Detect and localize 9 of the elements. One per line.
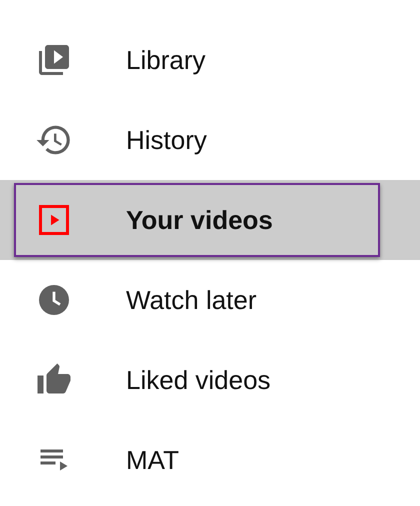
play-icon xyxy=(36,202,72,238)
menu-item[interactable]: Watch later xyxy=(14,263,380,337)
menu-item[interactable]: MAT xyxy=(14,423,380,497)
clock-icon xyxy=(36,282,72,318)
menu-item[interactable]: Library xyxy=(14,23,380,97)
menu-item[interactable]: History xyxy=(14,103,380,177)
menu-item[interactable]: Your videos xyxy=(14,183,380,257)
menu-item[interactable]: Liked videos xyxy=(14,343,380,417)
playlist-icon xyxy=(36,42,72,78)
